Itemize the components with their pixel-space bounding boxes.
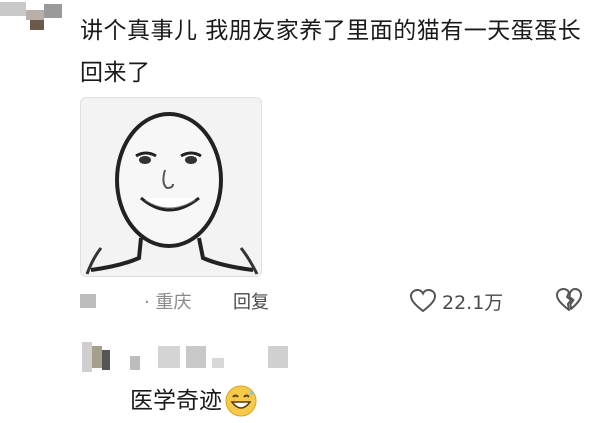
redacted-username [268, 346, 288, 368]
like-count: 22.1万 [442, 291, 504, 314]
broken-heart-icon [556, 288, 582, 311]
redacted-time [80, 294, 96, 308]
like-button[interactable]: 22.1万 [410, 286, 503, 316]
comment-meta-row: · 重庆 回复 22.1万 [80, 286, 590, 316]
comment-location: · 重庆 [144, 292, 192, 313]
reply-comment: 医学奇迹 [130, 384, 258, 418]
meme-face-drawing [81, 98, 261, 276]
replier-avatar[interactable] [78, 340, 118, 378]
grinning-sweat-emoji-icon [225, 385, 257, 417]
meme-sticker-image[interactable] [80, 97, 262, 277]
dislike-button[interactable] [556, 288, 582, 317]
redacted-username [158, 346, 180, 368]
avatar-pixel [30, 20, 44, 30]
heart-outline-icon [410, 289, 436, 313]
avatar-pixel [92, 346, 102, 368]
redacted-username [130, 356, 140, 370]
avatar-pixel [102, 350, 110, 370]
avatar-pixel [82, 342, 92, 372]
commenter-avatar[interactable] [0, 0, 68, 34]
avatar-pixel [44, 4, 62, 18]
comment-text: 讲个真事儿 我朋友家养了里面的猫有一天蛋蛋长回来了 [80, 18, 582, 86]
redacted-username [212, 358, 224, 368]
reply-button[interactable]: 回复 [233, 288, 269, 314]
reply-comment-text: 医学奇迹 [130, 388, 222, 414]
redacted-username [186, 346, 206, 368]
avatar-pixel [0, 2, 26, 16]
avatar-pixel [26, 10, 44, 20]
